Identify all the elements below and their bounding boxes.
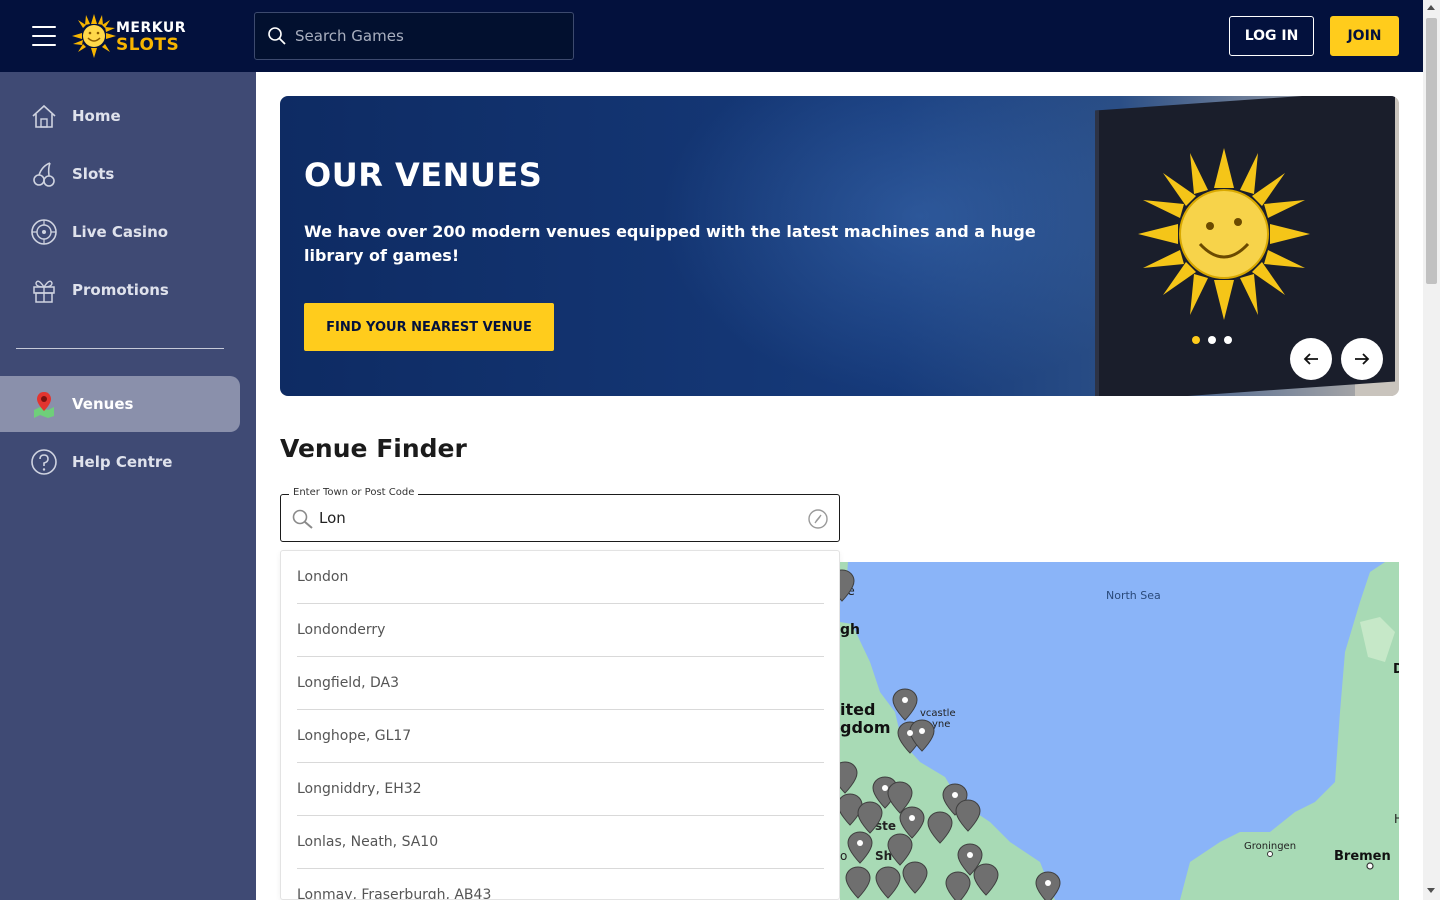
carousel-dot-2[interactable]: [1208, 336, 1216, 344]
login-button[interactable]: LOG IN: [1229, 16, 1314, 56]
sidebar-item-label: Slots: [72, 165, 115, 183]
sidebar-item-label: Help Centre: [72, 453, 173, 471]
merkur-sun-icon: [1138, 148, 1310, 320]
suggestion-item[interactable]: Longfield, DA3: [297, 657, 824, 710]
hero-description: We have over 200 modern venues equipped …: [304, 222, 1036, 265]
carousel-next-button[interactable]: [1341, 338, 1383, 380]
scroll-up-arrow-icon[interactable]: [1427, 5, 1435, 10]
join-button[interactable]: JOIN: [1330, 16, 1399, 56]
town-postcode-field[interactable]: Enter Town or Post Code: [280, 487, 840, 542]
suggestion-item[interactable]: Lonmay, Fraserburgh, AB43: [297, 869, 824, 899]
suggestions-dropdown: London Londonderry Longfield, DA3 Longho…: [280, 550, 840, 900]
arrow-right-icon: [1355, 353, 1370, 365]
venue-pins[interactable]: [840, 562, 1399, 900]
page-scrollbar[interactable]: [1423, 0, 1440, 900]
locate-compass-icon[interactable]: [807, 508, 829, 530]
sidebar-item-label: Promotions: [72, 281, 169, 299]
sidebar-item-help-centre[interactable]: Help Centre: [0, 434, 240, 490]
scroll-down-arrow-icon[interactable]: [1427, 888, 1435, 893]
suggestion-item[interactable]: Londonderry: [297, 604, 824, 657]
venue-map[interactable]: North Sea ee gh ited gdom vcastle yne st…: [840, 562, 1399, 900]
top-bar: MERKUR SLOTS LOG IN JOIN: [0, 0, 1423, 72]
town-postcode-input[interactable]: [319, 495, 799, 541]
suggestion-item[interactable]: Longniddry, EH32: [297, 763, 824, 816]
carousel-dot-3[interactable]: [1224, 336, 1232, 344]
hero-title: OUR VENUES: [304, 156, 543, 194]
roulette-icon: [31, 219, 57, 245]
logo-text-merkur: MERKUR: [116, 20, 187, 36]
suggestion-item[interactable]: Lonlas, Neath, SA10: [297, 816, 824, 869]
sidebar-item-label: Venues: [72, 395, 134, 413]
search-input[interactable]: [295, 13, 565, 59]
carousel-dots: [1192, 336, 1232, 344]
sun-logo-icon: [72, 14, 116, 58]
suggestion-item[interactable]: Longhope, GL17: [297, 710, 824, 763]
sidebar-item-promotions[interactable]: Promotions: [0, 262, 240, 318]
cherries-icon: [33, 162, 55, 187]
sidebar: Home Slots Live Casino Promotions Venues…: [0, 72, 256, 900]
merkur-slots-logo[interactable]: MERKUR SLOTS: [72, 14, 187, 58]
gift-icon: [33, 280, 55, 303]
scroll-thumb[interactable]: [1426, 18, 1437, 284]
sidebar-item-live-casino[interactable]: Live Casino: [0, 204, 240, 260]
search-games-box[interactable]: [254, 12, 574, 60]
sidebar-item-home[interactable]: Home: [0, 88, 240, 144]
hero-banner: OUR VENUES We have over 200 modern venue…: [280, 96, 1399, 396]
sidebar-divider: [16, 348, 224, 349]
sidebar-item-slots[interactable]: Slots: [0, 146, 240, 202]
venue-finder-title: Venue Finder: [280, 434, 467, 463]
logo-text-slots: SLOTS: [116, 35, 180, 55]
arrow-left-icon: [1303, 353, 1318, 365]
help-icon: [31, 449, 57, 475]
carousel-prev-button[interactable]: [1290, 338, 1332, 380]
sidebar-item-venues[interactable]: Venues: [0, 376, 240, 432]
sidebar-item-label: Home: [72, 107, 121, 125]
menu-icon[interactable]: [32, 26, 56, 46]
search-icon: [292, 509, 313, 529]
find-nearest-venue-button[interactable]: FIND YOUR NEAREST VENUE: [304, 303, 554, 351]
search-icon: [268, 27, 286, 45]
sidebar-item-label: Live Casino: [72, 223, 169, 241]
suggestion-item[interactable]: London: [297, 551, 824, 604]
map-pin-icon: [34, 392, 54, 418]
home-icon: [32, 104, 56, 128]
carousel-dot-1[interactable]: [1192, 336, 1200, 344]
